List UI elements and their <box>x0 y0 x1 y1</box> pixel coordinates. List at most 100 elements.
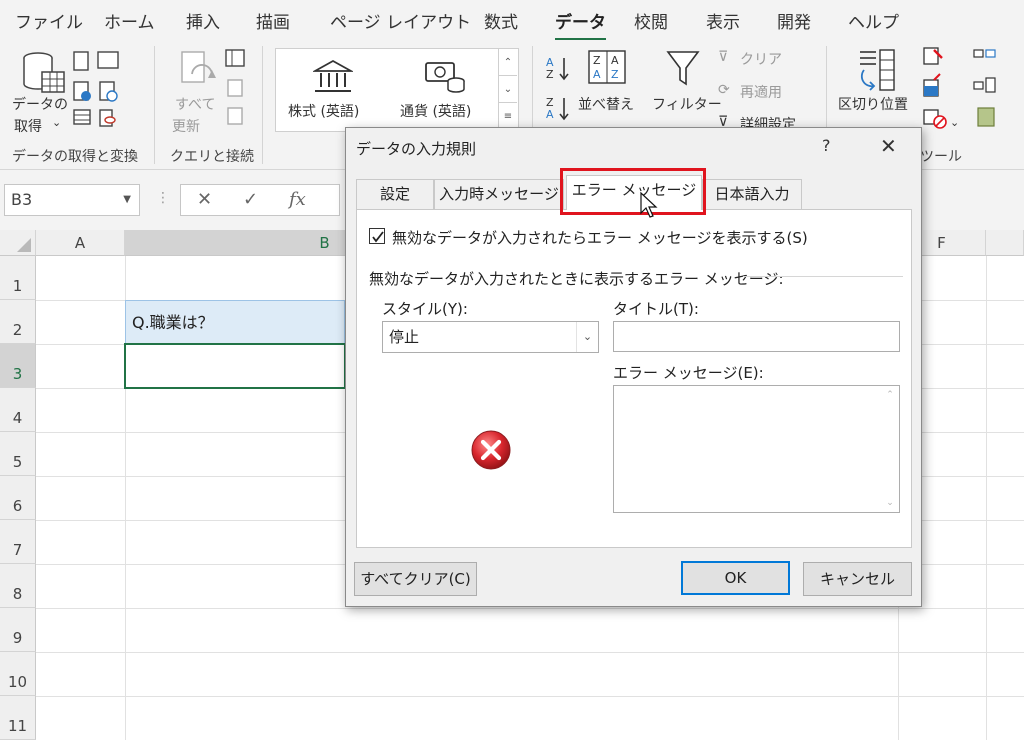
currency-icon[interactable] <box>424 59 466 95</box>
scroll-down-icon[interactable]: ⌄ <box>883 498 897 508</box>
tab-formulas[interactable]: 数式 <box>484 8 518 33</box>
ok-button[interactable]: OK <box>681 561 790 595</box>
row-header-5[interactable]: 5 <box>0 432 36 476</box>
data-source-icons[interactable] <box>72 48 132 128</box>
tab-input-message[interactable]: 入力時メッセージ <box>434 179 564 209</box>
highlight-box <box>560 168 706 215</box>
ribbon-tab-bar: ファイル ホーム 挿入 描画 ページ レイアウト 数式 データ 校閲 表示 開発… <box>0 0 1024 41</box>
error-message-label: エラー メッセージ(E): <box>613 364 764 382</box>
row-header-11[interactable]: 11 <box>0 696 36 740</box>
chevron-down-icon[interactable]: ⌄ <box>576 322 598 352</box>
style-select-value: 停止 <box>389 328 420 346</box>
refresh-all-label-2[interactable]: 更新 <box>172 116 200 136</box>
database-table-icon[interactable] <box>20 50 66 96</box>
filter-icon[interactable] <box>666 50 700 88</box>
chevron-down-icon[interactable]: ⌄ <box>499 76 517 103</box>
style-select[interactable]: 停止 ⌄ <box>382 321 599 353</box>
tab-view[interactable]: 表示 <box>706 8 740 33</box>
tab-settings[interactable]: 設定 <box>356 179 434 209</box>
consolidate-icons[interactable] <box>970 46 1000 132</box>
svg-text:Z: Z <box>593 54 601 67</box>
stocks-button[interactable]: 株式 (英語) <box>288 101 359 121</box>
show-error-checkbox[interactable] <box>369 228 385 244</box>
tab-review[interactable]: 校閲 <box>634 8 668 33</box>
filter-button[interactable]: フィルター <box>652 94 722 114</box>
cancel-button[interactable]: キャンセル <box>803 562 912 596</box>
cell-b3-selected[interactable] <box>124 343 346 389</box>
row-header-6[interactable]: 6 <box>0 476 36 520</box>
sort-dialog-icon[interactable]: Z A A Z <box>588 50 626 84</box>
text-to-columns-icon[interactable] <box>854 48 902 92</box>
chevron-down-icon[interactable]: ▼ <box>123 185 131 215</box>
stop-error-icon <box>471 430 511 470</box>
currencies-button[interactable]: 通貨 (英語) <box>400 101 471 121</box>
textarea-scrollbar[interactable]: ⌃ ⌄ <box>883 390 897 508</box>
data-validation-dialog: データの入力規則 ? ✕ 設定 入力時メッセージ エラー メッセージ 日本語入力… <box>345 127 922 607</box>
checkmark-icon <box>372 231 384 243</box>
tab-data[interactable]: データ <box>555 8 606 41</box>
sort-az-icon[interactable]: A Z Z A <box>546 54 574 126</box>
tab-help[interactable]: ヘルプ <box>848 8 899 33</box>
group-separator <box>154 46 155 164</box>
insert-function-icon[interactable]: fx <box>289 189 306 210</box>
row-header-3[interactable]: 3 <box>0 344 36 388</box>
reapply-button[interactable]: 再適用 <box>740 82 782 102</box>
column-header-a[interactable]: A <box>36 230 125 256</box>
name-box[interactable]: B3 ▼ <box>4 184 140 216</box>
svg-text:Z: Z <box>546 68 554 81</box>
group-label-queries: クエリと接続 <box>170 149 254 165</box>
tab-ime-mode[interactable]: 日本語入力 <box>702 179 802 209</box>
tab-file[interactable]: ファイル <box>15 8 83 33</box>
refresh-all-label[interactable]: すべて <box>175 94 215 114</box>
svg-text:A: A <box>546 108 554 121</box>
grid-line <box>36 696 1024 697</box>
error-message-textarea[interactable]: ⌃ ⌄ <box>613 385 900 513</box>
grid-line <box>36 608 1024 609</box>
row-header-8[interactable]: 8 <box>0 564 36 608</box>
clear-all-button[interactable]: すべてクリア(C) <box>354 562 477 596</box>
help-button[interactable]: ? <box>822 136 831 155</box>
row-header-4[interactable]: 4 <box>0 388 36 432</box>
tab-home[interactable]: ホーム <box>104 8 155 33</box>
cancel-entry-icon[interactable]: ✕ <box>197 189 212 210</box>
select-all-corner[interactable] <box>0 230 36 256</box>
group-separator <box>262 46 263 164</box>
tab-developer[interactable]: 開発 <box>777 8 811 33</box>
svg-text:A: A <box>593 68 601 81</box>
clear-filter-button[interactable]: クリア <box>740 49 782 69</box>
show-error-label[interactable]: 無効なデータが入力されたらエラー メッセージを表示する(S) <box>392 227 808 248</box>
scroll-up-icon[interactable]: ⌃ <box>883 390 897 400</box>
cell-b2[interactable]: Q.職業は？ <box>125 300 345 344</box>
row-header-9[interactable]: 9 <box>0 608 36 652</box>
row-header-1[interactable]: 1 <box>0 256 36 300</box>
row-header-7[interactable]: 7 <box>0 520 36 564</box>
grid-line <box>986 256 987 740</box>
dialog-title: データの入力規則 <box>356 140 477 158</box>
query-properties-icons[interactable] <box>224 48 248 128</box>
chevron-up-icon[interactable]: ⌃ <box>499 49 517 76</box>
get-data-label-2[interactable]: 取得 <box>14 116 42 136</box>
tab-insert[interactable]: 挿入 <box>186 8 220 33</box>
get-data-label[interactable]: データの <box>12 94 68 114</box>
group-label-get-transform: データの取得と変換 <box>12 149 138 165</box>
refresh-all-icon[interactable] <box>178 50 218 94</box>
drag-handle-icon[interactable]: ⋮ <box>156 190 170 206</box>
title-input[interactable] <box>613 321 900 352</box>
svg-text:Z: Z <box>611 68 619 81</box>
tab-page-layout[interactable]: ページ レイアウト <box>330 8 471 33</box>
sort-button[interactable]: 並べ替え <box>578 94 634 114</box>
confirm-entry-icon[interactable]: ✓ <box>243 189 258 210</box>
section-label: 無効なデータが入力されたときに表示するエラー メッセージ: <box>369 270 784 288</box>
more-icon[interactable]: ≡ <box>499 103 517 130</box>
column-header-next[interactable] <box>986 230 1024 256</box>
text-to-columns-button[interactable]: 区切り位置 <box>838 94 908 114</box>
gallery-scroll[interactable]: ⌃ ⌄ ≡ <box>499 48 519 132</box>
section-divider <box>743 276 903 277</box>
bank-icon[interactable] <box>313 59 353 95</box>
tab-draw[interactable]: 描画 <box>256 8 290 33</box>
chevron-down-icon: ⌄ <box>950 116 960 129</box>
close-icon[interactable]: ✕ <box>880 134 897 158</box>
data-types-gallery: 株式 (英語) 通貨 (英語) <box>275 48 499 132</box>
row-header-2[interactable]: 2 <box>0 300 36 344</box>
row-header-10[interactable]: 10 <box>0 652 36 696</box>
